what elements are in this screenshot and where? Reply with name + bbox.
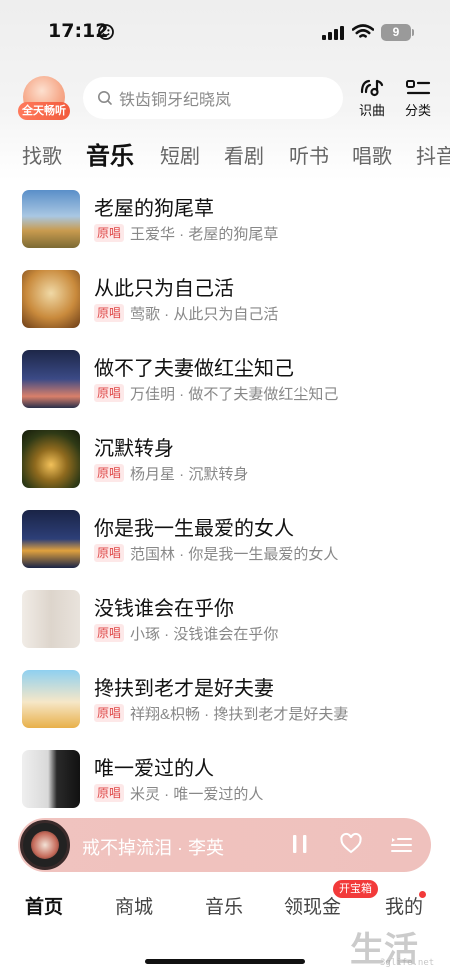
category-icon [406, 80, 431, 95]
song-subtitle: 莺歌 · 从此只为自己活 [130, 306, 279, 323]
song-title: 从此只为自己活 [94, 278, 234, 300]
original-tag: 原唱 [94, 464, 125, 482]
song-title: 搀扶到老才是好夫妻 [94, 678, 274, 700]
tab-audiobook[interactable]: 听书 [289, 140, 329, 169]
song-cover [22, 750, 80, 808]
nav-earn-cash[interactable]: 领现金 [284, 892, 341, 919]
song-subtitle: 万佳明 · 做不了夫妻做红尘知己 [130, 386, 339, 403]
cellular-signal-icon [322, 26, 344, 40]
all-day-listen-badge[interactable]: 全天畅听 [18, 76, 70, 122]
playlist-icon[interactable] [389, 832, 413, 856]
song-title: 做不了夫妻做红尘知己 [94, 358, 294, 380]
song-row[interactable]: 没钱谁会在乎你 原唱 小琢 · 没钱谁会在乎你 [22, 590, 442, 654]
tab-short-drama[interactable]: 短剧 [160, 140, 200, 169]
battery-tip [412, 29, 414, 36]
song-row[interactable]: 沉默转身 原唱 杨月星 · 沉默转身 [22, 430, 442, 494]
song-subtitle: 王爱华 · 老屋的狗尾草 [130, 226, 279, 243]
tab-music[interactable]: 音乐 [86, 136, 134, 170]
wifi-icon [352, 24, 374, 38]
song-row[interactable]: 你是我一生最爱的女人 原唱 范国林 · 你是我一生最爱的女人 [22, 510, 442, 574]
watermark-sub: 3glife.net [380, 958, 435, 968]
search-icon [98, 91, 112, 105]
original-tag: 原唱 [94, 384, 125, 402]
music-recognize-icon [360, 79, 384, 97]
song-title: 老屋的狗尾草 [94, 198, 214, 220]
search-bar[interactable]: 铁齿铜牙纪晓岚 [83, 77, 343, 119]
original-tag: 原唱 [94, 704, 125, 722]
album-disc[interactable] [20, 820, 70, 870]
nav-mall[interactable]: 商城 [115, 892, 153, 919]
tab-sing[interactable]: 唱歌 [352, 140, 392, 169]
song-cover [22, 670, 80, 728]
song-cover [22, 430, 80, 488]
song-subtitle: 杨月星 · 沉默转身 [130, 466, 249, 483]
song-row[interactable]: 做不了夫妻做红尘知己 原唱 万佳明 · 做不了夫妻做红尘知己 [22, 350, 442, 414]
recognize-song-button[interactable]: 识曲 [352, 78, 392, 119]
song-title: 唯一爱过的人 [94, 758, 214, 780]
search-placeholder: 铁齿铜牙纪晓岚 [119, 92, 232, 109]
song-cover [22, 190, 80, 248]
now-playing-text: 戒不掉流泪 · 李英 [82, 838, 224, 858]
song-subtitle: 祥翔&枳畅 · 搀扶到老才是好夫妻 [130, 706, 349, 723]
pause-icon[interactable] [290, 832, 310, 856]
song-title: 你是我一生最爱的女人 [94, 518, 294, 540]
original-tag: 原唱 [94, 784, 125, 802]
mini-player[interactable]: 戒不掉流泪 · 李英 [18, 818, 431, 872]
battery-indicator: 9 [381, 24, 411, 41]
song-cover [22, 590, 80, 648]
heart-icon[interactable] [339, 832, 363, 856]
original-tag: 原唱 [94, 224, 125, 242]
badge-label: 全天畅听 [18, 102, 70, 120]
notification-dot [419, 891, 426, 898]
original-tag: 原唱 [94, 544, 125, 562]
song-row[interactable]: 老屋的狗尾草 原唱 王爱华 · 老屋的狗尾草 [22, 190, 442, 254]
song-subtitle: 范国林 · 你是我一生最爱的女人 [130, 546, 339, 563]
song-row[interactable]: 唯一爱过的人 原唱 米灵 · 唯一爱过的人 [22, 750, 442, 814]
tab-watch-drama[interactable]: 看剧 [224, 140, 264, 169]
song-subtitle: 小琢 · 没钱谁会在乎你 [130, 626, 279, 643]
song-row[interactable]: 搀扶到老才是好夫妻 原唱 祥翔&枳畅 · 搀扶到老才是好夫妻 [22, 670, 442, 734]
song-title: 没钱谁会在乎你 [94, 598, 234, 620]
smiley-icon [98, 24, 114, 40]
song-cover [22, 270, 80, 328]
category-label: 分类 [404, 103, 431, 118]
song-cover [22, 350, 80, 408]
song-title: 沉默转身 [94, 438, 174, 460]
original-tag: 原唱 [94, 304, 125, 322]
status-bar: 17:12 9 [0, 0, 450, 64]
song-subtitle: 米灵 · 唯一爱过的人 [130, 786, 264, 803]
tab-find-song[interactable]: 找歌 [22, 140, 62, 169]
nav-mine[interactable]: 我的 [385, 892, 423, 919]
song-row[interactable]: 从此只为自己活 原唱 莺歌 · 从此只为自己活 [22, 270, 442, 334]
top-tab-bar: 找歌 音乐 短剧 看剧 听书 唱歌 抖音 [22, 136, 450, 170]
nav-music[interactable]: 音乐 [205, 892, 243, 919]
tab-douyin[interactable]: 抖音 [416, 140, 450, 169]
category-button[interactable]: 分类 [398, 78, 438, 119]
treasure-chest-badge[interactable]: 开宝箱 [333, 880, 378, 898]
nav-home[interactable]: 首页 [25, 892, 63, 919]
original-tag: 原唱 [94, 624, 125, 642]
song-cover [22, 510, 80, 568]
home-indicator [145, 959, 305, 964]
recognize-label: 识曲 [358, 103, 385, 118]
